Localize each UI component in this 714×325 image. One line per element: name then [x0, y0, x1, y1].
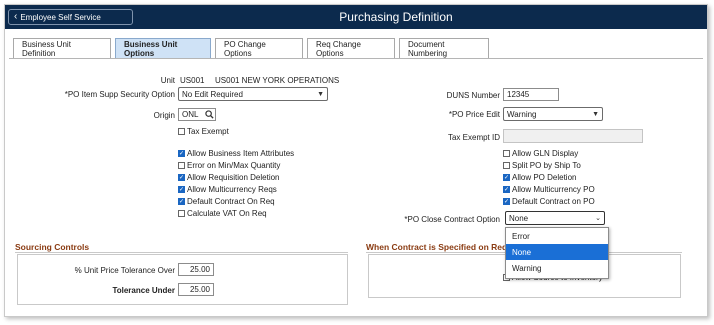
- tab-bar: Business Unit Definition Business Unit O…: [13, 38, 489, 58]
- left-check-label: Allow Multicurrency Reqs: [187, 185, 277, 194]
- checkbox-box: [503, 162, 510, 169]
- dropdown-option-error[interactable]: Error: [506, 228, 608, 244]
- left-check-label: Allow Requisition Deletion: [187, 173, 280, 182]
- left-check-label: Error on Min/Max Quantity: [187, 161, 281, 170]
- right-check-label: Allow GLN Display: [512, 149, 579, 158]
- po-item-supp-value: No Edit Required: [182, 89, 243, 99]
- price-tolerance-label: % Unit Price Tolerance Over: [74, 266, 175, 275]
- duns-label: DUNS Number: [446, 91, 500, 100]
- po-price-edit-select[interactable]: Warning ▼: [503, 107, 603, 121]
- unit-label: Unit: [160, 76, 175, 85]
- po-close-value: None: [509, 213, 529, 223]
- tax-exempt-checkbox[interactable]: Tax Exempt: [178, 127, 229, 136]
- po-price-edit-value: Warning: [507, 109, 537, 119]
- price-tolerance-input[interactable]: 25.00: [178, 263, 214, 276]
- checkbox-box: [503, 150, 510, 157]
- left-check-2[interactable]: ✓ Allow Requisition Deletion: [178, 173, 280, 182]
- tab-business-unit-definition[interactable]: Business Unit Definition: [13, 38, 111, 58]
- tax-exempt-id-label: Tax Exempt ID: [447, 133, 500, 142]
- checkbox-box: ✓: [178, 186, 185, 193]
- po-item-supp-select[interactable]: No Edit Required ▼: [178, 87, 328, 101]
- po-close-select[interactable]: None ⌄: [505, 211, 605, 225]
- right-check-0[interactable]: Allow GLN Display: [503, 149, 578, 158]
- chevron-down-icon: ▼: [317, 90, 324, 98]
- dropdown-option-none[interactable]: None: [506, 244, 608, 260]
- left-check-4[interactable]: ✓ Default Contract On Req: [178, 197, 275, 206]
- duns-value: 12345: [507, 90, 530, 99]
- tab-document-numbering[interactable]: Document Numbering: [399, 38, 489, 58]
- tab-divider: [9, 58, 703, 59]
- search-icon[interactable]: [204, 109, 215, 120]
- tax-exempt-id-input[interactable]: [503, 129, 643, 143]
- right-check-label: Default Contract on PO: [512, 197, 595, 206]
- tolerance-under-label: Tolerance Under: [112, 286, 175, 295]
- tolerance-under-value: 25.00: [189, 285, 210, 294]
- po-close-dropdown-list: Error None Warning: [505, 227, 609, 279]
- left-check-5[interactable]: Calculate VAT On Req: [178, 209, 267, 218]
- tolerance-under-input[interactable]: 25.00: [178, 283, 214, 296]
- checkbox-box: ✓: [503, 174, 510, 181]
- duns-input[interactable]: 12345: [503, 88, 559, 101]
- tab-business-unit-options[interactable]: Business Unit Options: [115, 38, 211, 58]
- left-check-1[interactable]: Error on Min/Max Quantity: [178, 161, 280, 170]
- checkbox-box: [178, 210, 185, 217]
- chevron-down-icon: ▼: [592, 110, 599, 118]
- left-check-0[interactable]: ✓ Allow Business Item Attributes: [178, 149, 294, 158]
- left-check-label: Default Contract On Req: [187, 197, 275, 206]
- page-title: Purchasing Definition: [339, 10, 453, 24]
- right-check-label: Split PO by Ship To: [512, 161, 581, 170]
- right-check-label: Allow PO Deletion: [512, 173, 577, 182]
- po-item-supp-label: *PO Item Supp Security Option: [64, 90, 175, 99]
- app-window: ‹ Employee Self Service Purchasing Defin…: [4, 4, 708, 317]
- section-divider: [15, 252, 348, 253]
- checkbox-box: ✓: [178, 150, 185, 157]
- left-check-label: Calculate VAT On Req: [187, 209, 267, 218]
- right-check-2[interactable]: ✓ Allow PO Deletion: [503, 173, 576, 182]
- unit-name: US001 NEW YORK OPERATIONS: [215, 76, 340, 85]
- checkbox-box: ✓: [178, 198, 185, 205]
- checkbox-box: [178, 162, 185, 169]
- contract-section-heading: When Contract is Specified on Req: [366, 242, 508, 252]
- origin-value: ONL: [182, 110, 199, 119]
- price-tolerance-value: 25.00: [189, 265, 210, 274]
- right-check-4[interactable]: ✓ Default Contract on PO: [503, 197, 595, 206]
- tab-po-change-options[interactable]: PO Change Options: [215, 38, 303, 58]
- chevron-down-icon: ⌄: [595, 215, 601, 222]
- left-check-3[interactable]: ✓ Allow Multicurrency Reqs: [178, 185, 277, 194]
- dropdown-option-warning[interactable]: Warning: [506, 260, 608, 276]
- right-check-3[interactable]: ✓ Allow Multicurrency PO: [503, 185, 595, 194]
- right-check-1[interactable]: Split PO by Ship To: [503, 161, 581, 170]
- right-check-label: Allow Multicurrency PO: [512, 185, 595, 194]
- checkbox-box: ✓: [503, 198, 510, 205]
- left-check-label: Allow Business Item Attributes: [187, 149, 295, 158]
- origin-label: Origin: [153, 111, 175, 120]
- po-price-edit-label: *PO Price Edit: [448, 110, 500, 119]
- unit-code: US001: [180, 76, 205, 85]
- checkbox-box: [178, 128, 185, 135]
- po-close-label: *PO Close Contract Option: [404, 215, 500, 224]
- sourcing-panel: [17, 254, 348, 305]
- top-banner: ‹ Employee Self Service Purchasing Defin…: [5, 5, 707, 29]
- sourcing-controls-heading: Sourcing Controls: [15, 242, 90, 252]
- tax-exempt-label: Tax Exempt: [187, 127, 229, 136]
- checkbox-box: ✓: [178, 174, 185, 181]
- tab-req-change-options[interactable]: Req Change Options: [307, 38, 395, 58]
- checkbox-box: ✓: [503, 186, 510, 193]
